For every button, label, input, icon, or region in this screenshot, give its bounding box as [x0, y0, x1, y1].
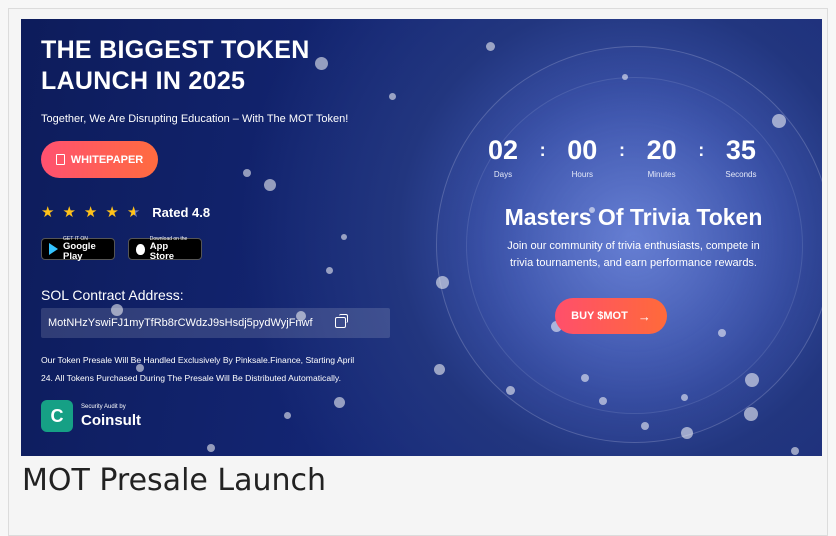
card-caption: MOT Presale Launch — [22, 463, 327, 498]
countdown-separator: : — [698, 140, 705, 160]
countdown-value: 35 — [725, 135, 756, 165]
bubble — [334, 397, 345, 408]
star-icon: ★ — [105, 204, 119, 221]
rating-text: Rated 4.8 — [152, 205, 211, 220]
copy-icon[interactable] — [335, 314, 348, 328]
buy-mot-button[interactable]: BUY $MOT → — [555, 298, 667, 334]
google-play-badge[interactable]: GET IT ON Google Play — [41, 236, 115, 262]
bubble — [486, 42, 495, 51]
bubble — [434, 364, 445, 375]
notice-line-1: Our Token Presale Will Be Handled Exclus… — [41, 355, 355, 365]
bubble — [744, 407, 758, 421]
bubble — [791, 447, 799, 455]
countdown-label: Days — [493, 170, 513, 179]
google-play-big: Google Play — [63, 241, 96, 262]
audit-brand: Coinsult — [81, 412, 141, 429]
bubble — [207, 444, 215, 452]
app-store-badge[interactable]: Download on the App Store — [128, 236, 202, 262]
bubble — [341, 234, 347, 240]
apple-icon — [136, 243, 145, 255]
audit-label: Security Audit by — [81, 404, 126, 410]
presale-notice: Our Token Presale Will Be Handled Exclus… — [41, 351, 391, 387]
bubble — [581, 374, 589, 382]
bubble — [599, 397, 607, 405]
whitepaper-button[interactable]: WHITEPAPER — [41, 141, 158, 178]
headline-line-1: THE BIGGEST TOKEN — [41, 36, 310, 64]
google-play-text: GET IT ON Google Play — [63, 236, 107, 262]
arrow-right-icon: → — [637, 308, 651, 324]
bubble — [243, 169, 251, 177]
coinsult-logo-icon: C — [41, 400, 73, 432]
whitepaper-label: WHITEPAPER — [70, 153, 144, 166]
presale-banner: THE BIGGEST TOKEN LAUNCH IN 2025 Togethe… — [21, 19, 822, 456]
countdown-label: Minutes — [647, 170, 676, 179]
document-icon — [55, 154, 65, 165]
token-desc-line-1: Join our community of trivia enthusiasts… — [507, 240, 760, 252]
bubble — [718, 329, 726, 337]
countdown-timer: 02 Days : 00 Hours : 20 Minutes : 35 Sec… — [477, 135, 767, 179]
countdown-value: 00 — [567, 135, 598, 165]
app-store-big: App Store — [149, 241, 175, 262]
bubble — [436, 276, 449, 289]
rating: ★ ★ ★ ★ ★ Rated 4.8 — [41, 205, 210, 220]
star-icon: ★ — [62, 204, 76, 221]
countdown-days: 02 Days — [477, 135, 529, 179]
token-description: Join our community of trivia enthusiasts… — [466, 238, 801, 272]
bubble — [681, 427, 693, 439]
page-title: THE BIGGEST TOKEN LAUNCH IN 2025 — [41, 35, 381, 97]
bubble — [326, 267, 333, 274]
half-star-icon: ★ — [126, 204, 141, 221]
countdown-value: 20 — [646, 135, 677, 165]
bubble — [622, 74, 628, 80]
bubble — [681, 394, 688, 401]
token-desc-line-2: trivia tournaments, and earn performance… — [509, 257, 757, 269]
countdown-seconds: 35 Seconds — [715, 135, 767, 179]
bubble — [772, 114, 786, 128]
countdown-label: Seconds — [725, 170, 757, 179]
bubble — [284, 412, 291, 419]
contract-label: SOL Contract Address: — [41, 287, 184, 303]
bubble — [264, 179, 276, 191]
contract-address-field[interactable]: MotNHzYswiFJ1myTfRb8rCWdzJ9sHsdj5pydWyjF… — [41, 308, 390, 338]
google-play-icon — [49, 243, 58, 255]
app-store-text: Download on the App Store — [150, 236, 194, 262]
countdown-label: Hours — [571, 170, 593, 179]
countdown-hours: 00 Hours — [556, 135, 608, 179]
bubble — [745, 373, 759, 387]
bubble — [389, 93, 396, 100]
buy-label: BUY $MOT — [571, 310, 628, 322]
bubble — [506, 386, 515, 395]
token-title: Masters Of Trivia Token — [504, 204, 763, 230]
contract-address: MotNHzYswiFJ1myTfRb8rCWdzJ9sHsdj5pydWyjF… — [48, 317, 313, 329]
star-icon: ★ — [41, 204, 55, 221]
countdown-separator: : — [618, 140, 625, 160]
tagline: Together, We Are Disrupting Education – … — [41, 113, 349, 125]
countdown-value: 02 — [487, 135, 519, 165]
countdown-separator: : — [539, 140, 546, 160]
notice-line-2: 24. All Tokens Purchased During The Pres… — [41, 373, 341, 383]
star-icon: ★ — [83, 204, 98, 221]
headline-line-2: LAUNCH IN 2025 — [41, 67, 246, 95]
bubble — [641, 422, 649, 430]
countdown-minutes: 20 Minutes — [636, 135, 688, 179]
